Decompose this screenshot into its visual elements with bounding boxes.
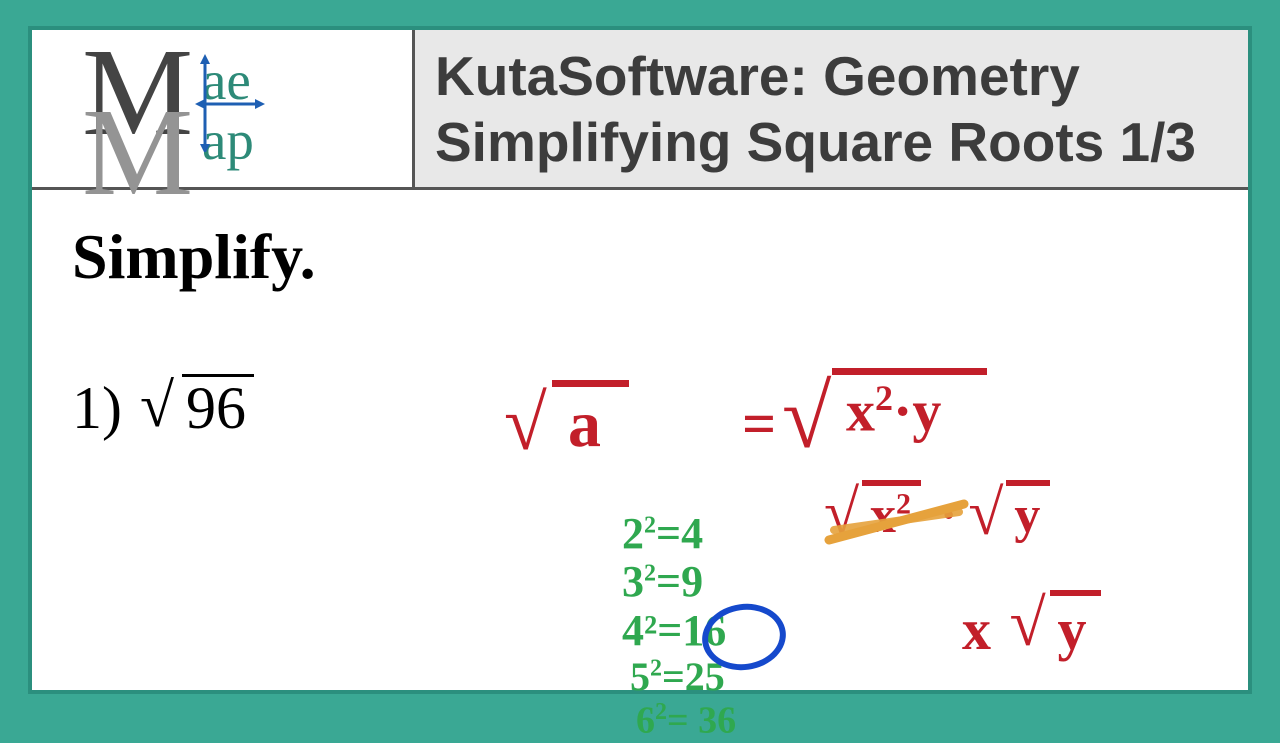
title-line-2: Simplifying Square Roots 1/3 xyxy=(435,109,1228,175)
title-cell: KutaSoftware: Geometry Simplifying Squar… xyxy=(412,30,1248,187)
title-line-1: KutaSoftware: Geometry xyxy=(435,43,1228,109)
radical-icon: √ xyxy=(824,476,859,550)
radicand-x2y: x2·y xyxy=(832,368,987,444)
content-area: Simplify. 1) 96 √ a = √ x2·y xyxy=(32,190,1248,690)
maemap-logo: M M ae ap xyxy=(82,44,362,174)
handwriting-sqrt-a: √ a xyxy=(552,380,629,463)
radicand: 96 xyxy=(182,374,254,440)
logo-suffix-ae: ae xyxy=(202,49,251,112)
problem-number: 1) xyxy=(72,374,122,443)
slide-frame: M M ae ap KutaSoftware: Geometry Simplif… xyxy=(28,26,1252,694)
sq-2: 22=4 xyxy=(622,510,736,558)
radical-icon: √ xyxy=(1010,586,1046,662)
final-x: x xyxy=(962,597,991,662)
problem-1: 1) 96 xyxy=(72,374,1208,443)
equals-sign: = xyxy=(742,390,776,459)
handwriting-sqrt-x2y: √ x2·y xyxy=(832,368,987,444)
logo-suffix-ap: ap xyxy=(202,109,254,172)
header: M M ae ap KutaSoftware: Geometry Simplif… xyxy=(32,30,1248,190)
sq-6: 62= 36 xyxy=(636,699,736,742)
radical-icon: √ xyxy=(504,378,547,468)
sq-3: 32=9 xyxy=(622,558,736,606)
sqrt-96: 96 xyxy=(140,374,254,443)
instruction-text: Simplify. xyxy=(72,220,1208,294)
radical-icon: √ xyxy=(968,476,1003,550)
handwriting-x-sqrt-y: x √ y xyxy=(962,590,1101,663)
dot-operator: · xyxy=(940,487,957,544)
radicand-x2: x2 xyxy=(862,480,921,545)
radicand-a: a xyxy=(552,380,629,463)
radical-icon: √ xyxy=(782,366,831,469)
logo-cell: M M ae ap xyxy=(32,30,412,187)
final-radicand-y: y xyxy=(1050,590,1101,663)
handwriting-sqrt-x2-times-sqrt-y: √ x2 · √ y xyxy=(862,480,1056,545)
radicand-y: y xyxy=(1006,480,1050,545)
